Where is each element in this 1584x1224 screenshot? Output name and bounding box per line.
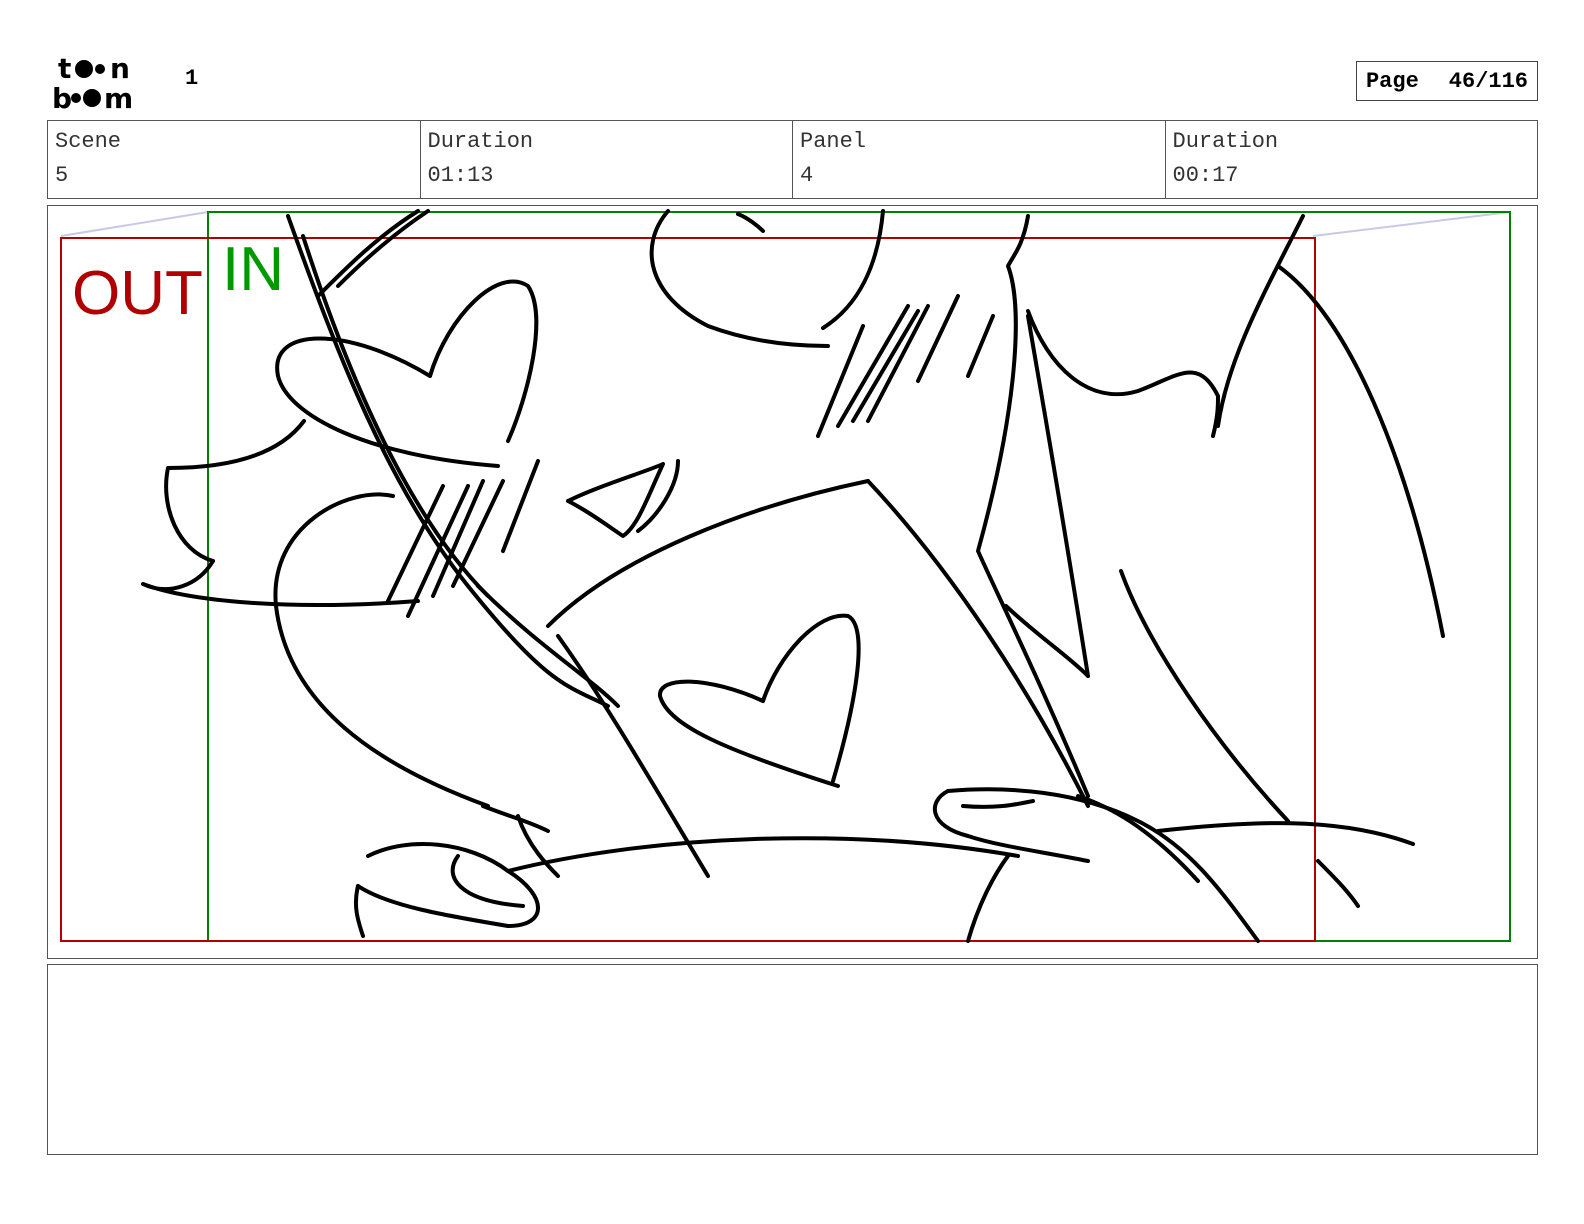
scene-value: 5 xyxy=(55,163,69,188)
page-value: 46/116 xyxy=(1448,68,1529,94)
sheet-number: 1 xyxy=(185,66,199,91)
page-indicator: Page 46/116 xyxy=(1356,61,1538,101)
scene-duration-cell: Duration 01:13 xyxy=(421,121,793,198)
panel-duration-label: Duration xyxy=(1172,129,1279,154)
panel-label: Panel xyxy=(800,129,867,154)
toon-boom-logo: t n b m xyxy=(52,52,133,112)
panel-duration-cell: Duration 00:17 xyxy=(1166,121,1538,198)
page-label: Page xyxy=(1365,68,1419,94)
camera-path-line-right xyxy=(1312,211,1511,237)
scene-cell: Scene 5 xyxy=(48,121,421,198)
panel-drawing: OUT IN xyxy=(60,209,1511,943)
panel-duration-value: 00:17 xyxy=(1172,163,1239,188)
panel-value: 4 xyxy=(800,163,814,188)
sketch-strokes xyxy=(141,209,1445,943)
scene-duration-label: Duration xyxy=(427,129,534,154)
svg-text:n: n xyxy=(110,52,130,85)
scene-label: Scene xyxy=(55,129,122,154)
caption-box xyxy=(47,964,1538,1155)
out-label: OUT xyxy=(72,259,203,328)
svg-text:b: b xyxy=(52,82,72,112)
scene-duration-value: 01:13 xyxy=(427,163,494,188)
in-label: IN xyxy=(222,235,284,304)
svg-text:t: t xyxy=(58,52,71,85)
panel-info-table: Scene 5 Duration 01:13 Panel 4 Duration … xyxy=(47,120,1538,199)
panel-cell: Panel 4 xyxy=(793,121,1166,198)
storyboard-panel: OUT IN xyxy=(47,205,1538,959)
svg-text:m: m xyxy=(104,82,133,112)
camera-path-line-left xyxy=(60,211,209,237)
